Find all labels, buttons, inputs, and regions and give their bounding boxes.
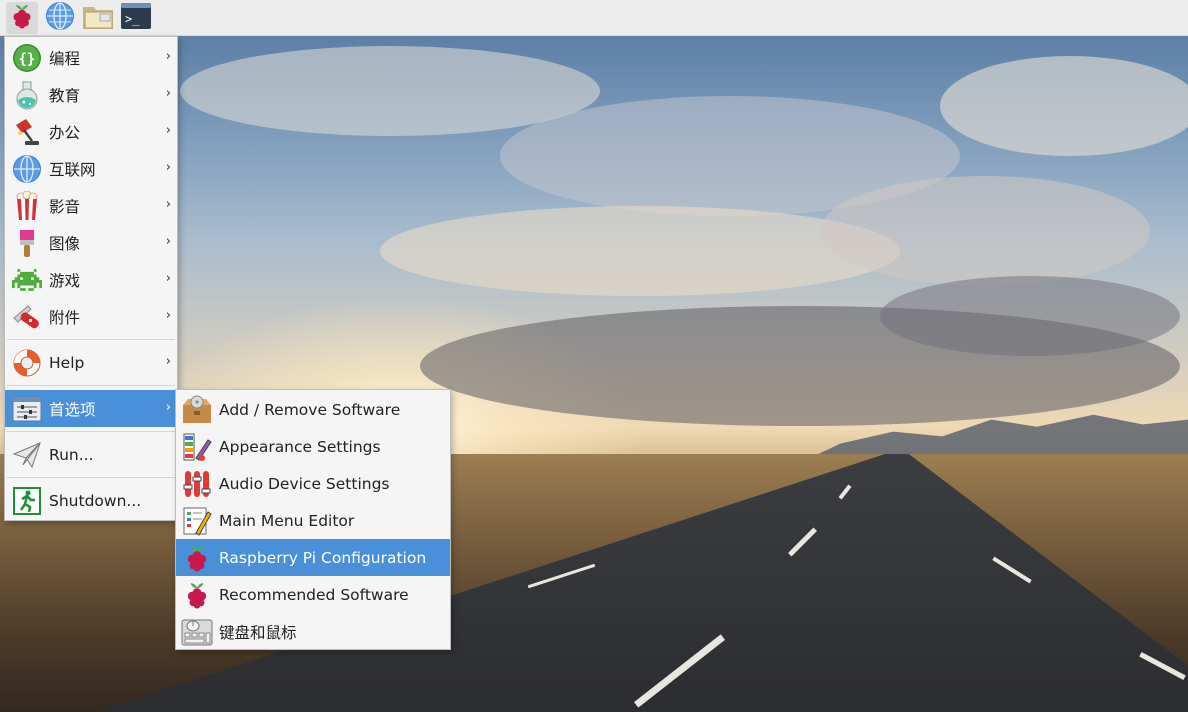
package-box-icon (181, 394, 213, 426)
menu-item-help[interactable]: Help › (5, 344, 177, 381)
menu-item-sound-video[interactable]: 影音 › (5, 187, 177, 224)
paper-plane-icon (11, 439, 43, 471)
menu-item-accessories[interactable]: 附件 › (5, 298, 177, 335)
svg-text:{}: {} (19, 51, 36, 67)
menu-item-label: Shutdown... (49, 491, 142, 510)
paintbrush-icon (11, 227, 43, 259)
menu-item-keyboard-mouse[interactable]: 键盘和鼠标 (176, 613, 450, 650)
menu-item-label: 图像 (49, 234, 81, 253)
menu-item-add-remove-software[interactable]: Add / Remove Software (176, 391, 450, 428)
web-browser-button[interactable] (44, 1, 76, 35)
submenu-arrow-icon: › (165, 234, 171, 249)
menu-item-main-menu-editor[interactable]: Main Menu Editor (176, 502, 450, 539)
menu-item-label: 影音 (49, 197, 81, 216)
popcorn-icon (11, 190, 43, 222)
programming-braces-icon: {} (11, 42, 43, 74)
preferences-submenu: Add / Remove Software Appearance Setting… (175, 389, 451, 650)
office-lamp-icon (11, 116, 43, 148)
menu-item-label: Help (49, 353, 85, 372)
submenu-arrow-icon: › (165, 160, 171, 175)
menu-item-label: 附件 (49, 308, 81, 327)
application-menu: {} 编程 › 教育 › 办公 › 互联网 › 影音 › 图像 › 游戏 › 附… (4, 36, 178, 521)
menu-item-label: 办公 (49, 123, 81, 142)
menu-item-appearance-settings[interactable]: Appearance Settings (176, 428, 450, 465)
menu-item-label: 教育 (49, 86, 81, 105)
space-invader-icon (11, 264, 43, 296)
exit-running-man-icon (11, 485, 43, 517)
menu-item-programming[interactable]: {} 编程 › (5, 39, 177, 76)
menu-editor-pencil-icon (181, 505, 213, 537)
menu-item-preferences[interactable]: 首选项 › (5, 390, 177, 427)
menu-item-label: Audio Device Settings (219, 474, 390, 493)
preferences-icon (11, 393, 43, 425)
globe-icon (11, 153, 43, 185)
menu-item-label: Run... (49, 445, 94, 464)
folder-icon (82, 2, 114, 34)
menu-separator (7, 477, 175, 478)
menu-item-label: 键盘和鼠标 (219, 623, 297, 642)
menu-item-label: Recommended Software (219, 585, 409, 604)
menu-item-label: Main Menu Editor (219, 511, 355, 530)
swiss-knife-icon (11, 301, 43, 333)
menu-item-label: 编程 (49, 49, 81, 68)
menu-item-education[interactable]: 教育 › (5, 76, 177, 113)
audio-sliders-icon (181, 468, 213, 500)
menu-item-recommended-software[interactable]: Recommended Software (176, 576, 450, 613)
education-flask-icon (11, 79, 43, 111)
svg-text:>_: >_ (125, 12, 140, 26)
menu-separator (7, 431, 175, 432)
submenu-arrow-icon: › (165, 49, 171, 64)
menu-item-label: 游戏 (49, 271, 81, 290)
menu-item-raspberry-pi-configuration[interactable]: Raspberry Pi Configuration (176, 539, 450, 576)
top-panel: >_ (0, 0, 1188, 36)
menu-item-label: 互联网 (49, 160, 96, 179)
menu-item-games[interactable]: 游戏 › (5, 261, 177, 298)
submenu-arrow-icon: › (165, 400, 171, 415)
raspberry-icon (10, 3, 34, 33)
menu-item-label: Add / Remove Software (219, 400, 401, 419)
menu-separator (7, 339, 175, 340)
globe-icon (45, 1, 75, 35)
menu-item-shutdown[interactable]: Shutdown... (5, 482, 177, 519)
terminal-button[interactable]: >_ (120, 2, 152, 34)
submenu-arrow-icon: › (165, 197, 171, 212)
menu-separator (7, 385, 175, 386)
raspberry-menu-button[interactable] (6, 1, 38, 34)
submenu-arrow-icon: › (165, 271, 171, 286)
keyboard-mouse-icon (181, 616, 213, 648)
file-manager-button[interactable] (82, 2, 114, 34)
appearance-palette-icon (181, 431, 213, 463)
submenu-arrow-icon: › (165, 308, 171, 323)
menu-item-audio-device-settings[interactable]: Audio Device Settings (176, 465, 450, 502)
menu-item-label: Appearance Settings (219, 437, 381, 456)
submenu-arrow-icon: › (165, 86, 171, 101)
lifebuoy-icon (11, 347, 43, 379)
menu-item-office[interactable]: 办公 › (5, 113, 177, 150)
raspberry-icon (181, 542, 213, 574)
menu-item-graphics[interactable]: 图像 › (5, 224, 177, 261)
raspberry-icon (181, 579, 213, 611)
menu-item-run[interactable]: Run... (5, 436, 177, 473)
menu-item-label: 首选项 (49, 400, 96, 419)
submenu-arrow-icon: › (165, 123, 171, 138)
menu-item-label: Raspberry Pi Configuration (219, 548, 427, 567)
submenu-arrow-icon: › (165, 354, 171, 369)
menu-item-internet[interactable]: 互联网 › (5, 150, 177, 187)
terminal-icon: >_ (120, 2, 152, 34)
